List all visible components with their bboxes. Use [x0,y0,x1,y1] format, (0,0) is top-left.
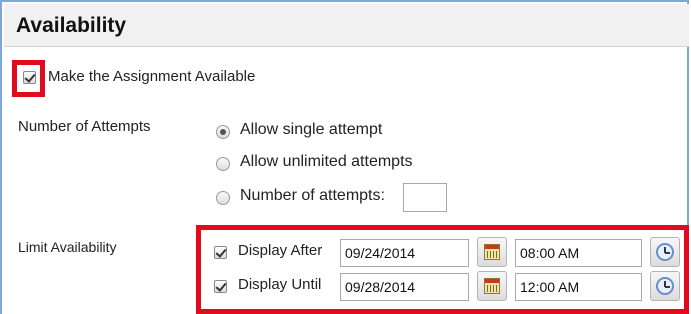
display-until-time-input[interactable]: 12:00 AM [515,273,642,301]
display-after-date-input[interactable]: 09/24/2014 [340,239,469,267]
display-until-checkbox[interactable] [214,280,227,293]
calendar-icon [484,244,500,260]
display-until-label: Display Until [238,276,322,293]
make-available-checkbox[interactable] [23,71,36,84]
limit-availability-label: Limit Availability [18,239,117,255]
number-of-attempts-label: Number of attempts: [240,187,385,204]
display-after-time-picker-button[interactable] [650,237,680,267]
section-header: Availability [4,4,689,47]
display-until-date-input[interactable]: 09/28/2014 [340,273,469,301]
radio-number-of-attempts[interactable] [216,191,230,205]
display-after-date-picker-button[interactable] [477,237,507,267]
display-until-date-picker-button[interactable] [477,271,507,301]
clock-icon [656,277,674,295]
display-after-checkbox[interactable] [214,246,227,259]
display-until-time-picker-button[interactable] [650,271,680,301]
unlimited-attempts-label: Allow unlimited attempts [240,153,413,170]
clock-icon [656,243,674,261]
single-attempt-label: Allow single attempt [240,121,383,138]
attempts-label: Number of Attempts [18,118,151,135]
make-available-label: Make the Assignment Available [48,68,256,85]
number-of-attempts-input[interactable] [403,183,447,212]
section-title: Availability [16,14,127,37]
display-after-time-input[interactable]: 08:00 AM [515,239,642,267]
radio-unlimited-attempts[interactable] [216,157,230,171]
display-after-label: Display After [238,242,323,259]
calendar-icon [484,278,500,294]
radio-single-attempt[interactable] [216,125,230,139]
